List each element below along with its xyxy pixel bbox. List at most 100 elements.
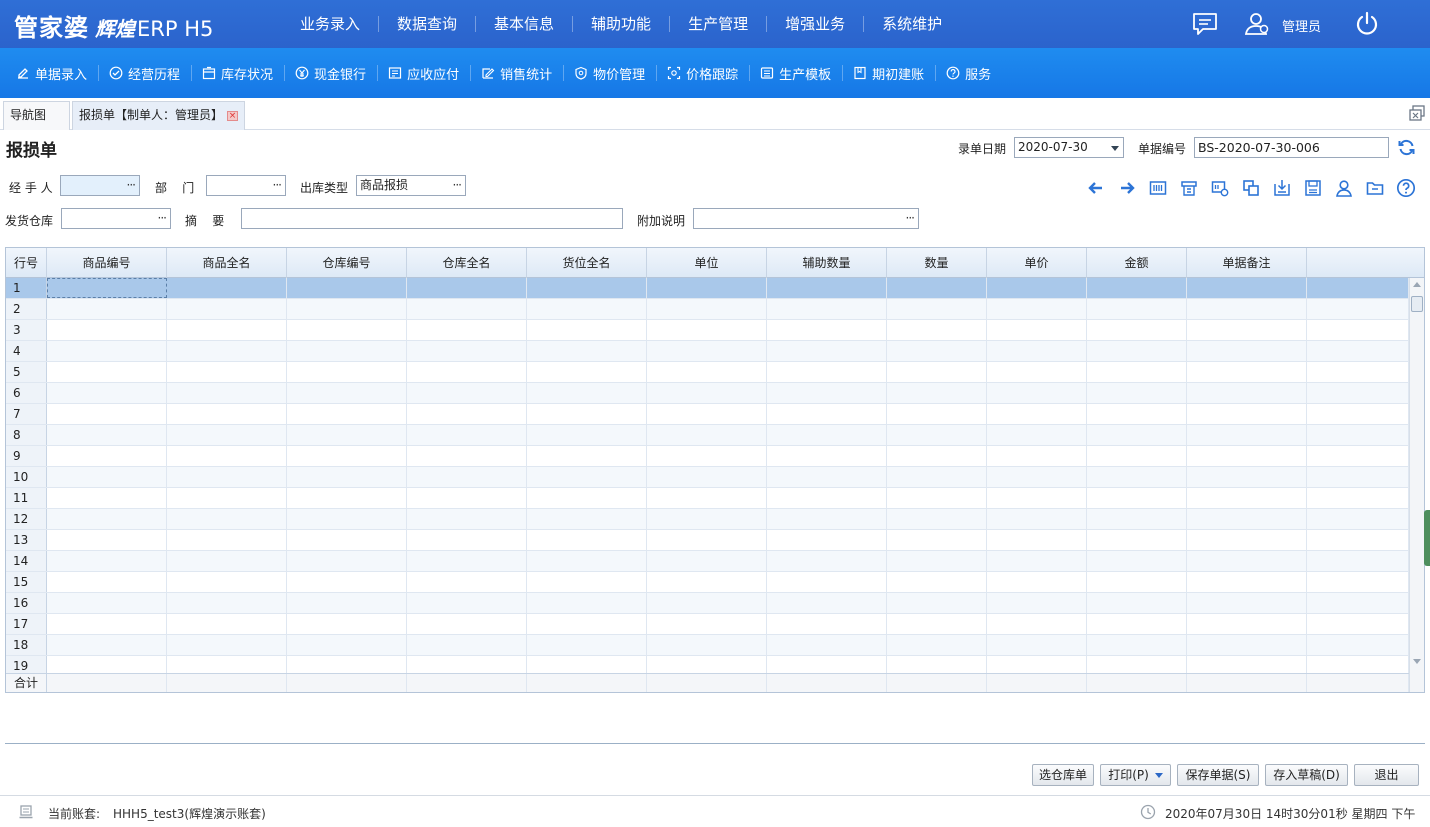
quick-item-service[interactable]: 服务 — [936, 65, 1002, 83]
table-cell[interactable] — [407, 425, 527, 445]
table-cell[interactable] — [287, 404, 407, 424]
table-cell[interactable] — [987, 278, 1087, 298]
table-cell[interactable] — [767, 551, 887, 571]
table-cell[interactable] — [527, 446, 647, 466]
user-name[interactable]: 管理员 — [1282, 16, 1321, 35]
refresh-icon[interactable] — [1397, 138, 1416, 157]
table-cell[interactable] — [647, 593, 767, 613]
table-cell[interactable] — [1087, 593, 1187, 613]
table-cell[interactable] — [1087, 404, 1187, 424]
table-cell[interactable] — [287, 446, 407, 466]
table-cell[interactable] — [287, 299, 407, 319]
main-nav-item-query[interactable]: 数据查询 — [378, 16, 475, 32]
quick-item-price-tracking[interactable]: 价格跟踪 — [657, 65, 751, 83]
table-cell[interactable] — [287, 425, 407, 445]
table-cell[interactable] — [1307, 446, 1409, 466]
table-cell[interactable] — [767, 656, 887, 673]
table-cell[interactable] — [1187, 509, 1307, 529]
table-cell[interactable] — [647, 656, 767, 673]
quick-item-inventory[interactable]: 库存状况 — [192, 65, 286, 83]
table-cell[interactable] — [47, 341, 167, 361]
column-header-remark[interactable]: 单据备注 — [1187, 248, 1307, 278]
table-cell[interactable] — [407, 446, 527, 466]
table-cell[interactable] — [1187, 425, 1307, 445]
table-row[interactable]: 10 — [6, 467, 1409, 488]
table-row[interactable]: 5 — [6, 362, 1409, 383]
table-cell[interactable] — [167, 488, 287, 508]
table-row[interactable]: 2 — [6, 299, 1409, 320]
table-cell[interactable] — [1307, 299, 1409, 319]
table-row[interactable]: 19 — [6, 656, 1409, 673]
table-cell[interactable] — [47, 635, 167, 655]
scan-settings-icon[interactable] — [1210, 178, 1230, 198]
table-cell[interactable] — [287, 530, 407, 550]
table-cell[interactable] — [1307, 362, 1409, 382]
table-cell[interactable] — [47, 614, 167, 634]
table-cell[interactable] — [1087, 467, 1187, 487]
table-cell[interactable] — [987, 488, 1087, 508]
table-cell[interactable] — [527, 383, 647, 403]
table-cell[interactable] — [527, 341, 647, 361]
table-cell[interactable] — [1307, 383, 1409, 403]
warehouse-field[interactable]: ··· — [61, 208, 171, 229]
table-cell[interactable] — [1187, 593, 1307, 613]
user-icon[interactable] — [1244, 12, 1270, 36]
table-cell[interactable] — [647, 341, 767, 361]
table-cell[interactable] — [767, 509, 887, 529]
table-cell[interactable] — [647, 509, 767, 529]
table-cell[interactable] — [767, 530, 887, 550]
table-cell[interactable] — [167, 425, 287, 445]
main-nav-item-production[interactable]: 生产管理 — [669, 16, 766, 32]
import-icon[interactable] — [1272, 178, 1292, 198]
table-cell[interactable] — [527, 593, 647, 613]
table-cell[interactable] — [287, 467, 407, 487]
table-cell[interactable] — [167, 593, 287, 613]
table-cell[interactable] — [767, 488, 887, 508]
table-cell[interactable] — [767, 467, 887, 487]
table-cell[interactable] — [1307, 341, 1409, 361]
table-cell[interactable] — [1307, 614, 1409, 634]
table-cell[interactable] — [987, 635, 1087, 655]
table-cell[interactable] — [767, 362, 887, 382]
table-cell[interactable] — [887, 341, 987, 361]
table-cell[interactable] — [1087, 530, 1187, 550]
table-cell[interactable] — [887, 404, 987, 424]
quick-item-history[interactable]: 经营历程 — [99, 65, 193, 83]
number-field[interactable]: BS-2020-07-30-006 — [1194, 137, 1389, 158]
exit-button[interactable]: 退出 — [1354, 764, 1419, 786]
outtype-field[interactable]: 商品报损 ··· — [356, 175, 466, 196]
restore-window-icon[interactable] — [1408, 104, 1426, 122]
table-cell[interactable] — [47, 362, 167, 382]
table-row[interactable]: 14 — [6, 551, 1409, 572]
table-row[interactable]: 6 — [6, 383, 1409, 404]
table-cell[interactable] — [407, 488, 527, 508]
table-cell[interactable] — [527, 488, 647, 508]
quick-item-cash-bank[interactable]: 现金银行 — [285, 65, 379, 83]
table-row[interactable]: 17 — [6, 614, 1409, 635]
table-cell[interactable] — [887, 425, 987, 445]
table-cell[interactable] — [47, 572, 167, 592]
table-cell[interactable] — [1087, 572, 1187, 592]
table-cell[interactable] — [887, 572, 987, 592]
more-icon[interactable]: ··· — [127, 176, 137, 195]
table-cell[interactable] — [1187, 362, 1307, 382]
table-cell[interactable] — [1307, 572, 1409, 592]
table-cell[interactable] — [167, 320, 287, 340]
table-cell[interactable] — [287, 635, 407, 655]
table-cell[interactable] — [407, 320, 527, 340]
table-cell[interactable] — [987, 404, 1087, 424]
table-cell[interactable] — [287, 593, 407, 613]
table-cell[interactable] — [287, 614, 407, 634]
scroll-thumb[interactable] — [1411, 296, 1423, 312]
table-cell[interactable] — [987, 572, 1087, 592]
table-cell[interactable] — [167, 551, 287, 571]
table-cell[interactable] — [527, 656, 647, 673]
table-row[interactable]: 18 — [6, 635, 1409, 656]
folder-icon[interactable] — [1365, 178, 1385, 198]
column-header-aux-qty[interactable]: 辅助数量 — [767, 248, 887, 278]
table-cell[interactable] — [887, 635, 987, 655]
main-nav-item-aux[interactable]: 辅助功能 — [572, 16, 669, 32]
table-cell[interactable] — [647, 467, 767, 487]
table-cell[interactable] — [287, 509, 407, 529]
quick-item-production-template[interactable]: 生产模板 — [750, 65, 844, 83]
